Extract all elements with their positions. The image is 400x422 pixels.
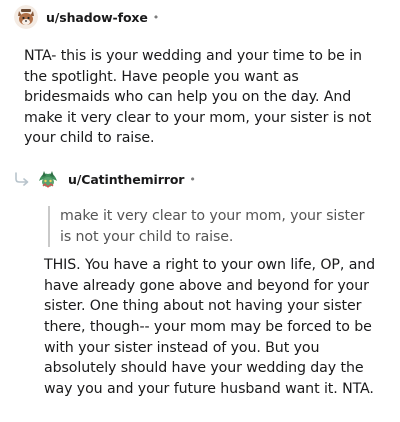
separator-dot: • bbox=[189, 172, 196, 186]
comment-catinthemirror: u/Catinthemirror • make it very clear to… bbox=[0, 166, 400, 399]
separator-dot: • bbox=[152, 10, 160, 24]
comment-shadow-foxe: u/shadow-foxe • NTA- this is your weddin… bbox=[0, 4, 400, 149]
comment-header: u/Catinthemirror • bbox=[0, 166, 400, 192]
blockquote: make it very clear to your mom, your sis… bbox=[48, 206, 376, 248]
username[interactable]: u/Catinthemirror bbox=[68, 172, 184, 187]
comment-header: u/shadow-foxe • bbox=[0, 4, 400, 30]
username[interactable]: u/shadow-foxe bbox=[46, 10, 148, 25]
fox-avatar-icon[interactable] bbox=[14, 5, 38, 29]
comment-body: NTA- this is your wedding and your time … bbox=[24, 48, 372, 147]
cat-avatar-icon[interactable] bbox=[36, 167, 60, 191]
comment-body: THIS. You have a right to your own life,… bbox=[44, 257, 376, 397]
reply-arrow-icon bbox=[12, 169, 32, 189]
